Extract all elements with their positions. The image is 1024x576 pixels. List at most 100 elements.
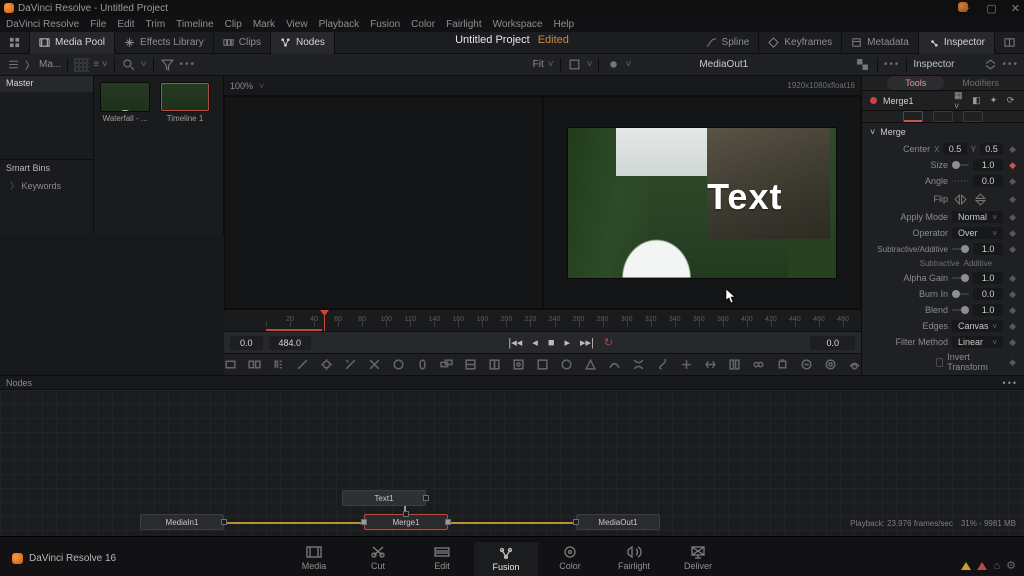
breadcrumb[interactable]: 〉 bbox=[25, 57, 35, 72]
page-cut[interactable]: Cut bbox=[346, 541, 410, 576]
filter-icon[interactable] bbox=[160, 57, 176, 73]
tool-icon[interactable] bbox=[608, 358, 621, 371]
size-field[interactable]: 1.0 bbox=[973, 159, 1003, 171]
blend-field[interactable]: 1.0 bbox=[973, 304, 1003, 316]
tool-icon[interactable] bbox=[584, 358, 597, 371]
menu-item[interactable]: View bbox=[286, 19, 308, 30]
tool-icon[interactable] bbox=[560, 358, 573, 371]
keyframe-icon[interactable]: ◆ bbox=[1009, 176, 1016, 187]
flip-horiz-icon[interactable] bbox=[952, 191, 968, 207]
tab-keyframes[interactable]: Keyframes bbox=[759, 32, 842, 54]
tool-icon[interactable] bbox=[848, 358, 861, 371]
record-icon[interactable] bbox=[605, 57, 621, 73]
page-edit[interactable]: Edit bbox=[410, 541, 474, 576]
page-fairlight[interactable]: Fairlight bbox=[602, 541, 666, 576]
angle-dial[interactable] bbox=[952, 180, 969, 182]
more-icon[interactable]: ••• bbox=[180, 59, 197, 70]
go-last-icon[interactable]: ▸▸| bbox=[580, 336, 594, 349]
playhead[interactable] bbox=[324, 312, 325, 331]
more-icon[interactable]: ••• bbox=[1002, 59, 1019, 70]
keyframe-icon[interactable]: ◆ bbox=[1009, 212, 1016, 223]
tab-inspector[interactable]: Inspector bbox=[919, 32, 995, 54]
tool-icon[interactable] bbox=[704, 358, 717, 371]
error-icon[interactable] bbox=[977, 562, 987, 570]
tool-icon[interactable] bbox=[344, 358, 357, 371]
reset-icon[interactable]: ⟳ bbox=[1005, 95, 1016, 106]
node-graph[interactable]: MediaIn1 Text1 Merge1 MediaOut1 bbox=[0, 389, 1024, 536]
tab-metadata[interactable]: Metadata bbox=[842, 32, 919, 54]
tool-icon[interactable] bbox=[752, 358, 765, 371]
keyframe-icon[interactable]: ◆ bbox=[1009, 244, 1016, 255]
inspector-tab-tools[interactable]: Tools bbox=[887, 76, 944, 90]
menu-item[interactable]: Fusion bbox=[370, 19, 400, 30]
zoom-value[interactable]: 100% bbox=[230, 81, 253, 91]
menu-item[interactable]: Timeline bbox=[176, 19, 213, 30]
time-ruler[interactable]: 2040608010012014016018020022024026028030… bbox=[224, 309, 861, 331]
version-icon[interactable]: ✦ bbox=[988, 95, 999, 106]
menu-item[interactable]: Trim bbox=[146, 19, 166, 30]
menu-item[interactable]: DaVinci Resolve bbox=[6, 19, 79, 30]
page-deliver[interactable]: Deliver bbox=[666, 541, 730, 576]
expand-icon[interactable] bbox=[982, 57, 998, 73]
pin-icon[interactable]: ◧ bbox=[971, 95, 982, 106]
menu-item[interactable]: Color bbox=[411, 19, 435, 30]
port-output[interactable] bbox=[445, 519, 451, 525]
tool-icon[interactable] bbox=[512, 358, 525, 371]
flip-vert-icon[interactable] bbox=[972, 191, 988, 207]
tool-icon[interactable] bbox=[416, 358, 429, 371]
tab-media-pool[interactable]: Media Pool bbox=[30, 32, 115, 54]
size-slider[interactable] bbox=[952, 164, 969, 166]
keyframe-icon[interactable]: ◆ bbox=[1009, 305, 1016, 316]
menu-item[interactable]: Help bbox=[553, 19, 574, 30]
options-menu-icon[interactable]: ••• bbox=[884, 59, 901, 70]
output-node-label[interactable]: MediaOut1 bbox=[699, 59, 748, 70]
tool-icon[interactable] bbox=[392, 358, 405, 371]
node-merge[interactable]: Merge1 bbox=[364, 514, 448, 530]
tool-icon[interactable] bbox=[776, 358, 789, 371]
panels-more-button[interactable] bbox=[995, 32, 1024, 54]
stop-icon[interactable]: ■ bbox=[548, 337, 555, 349]
tab-effects-library[interactable]: Effects Library bbox=[115, 32, 214, 54]
keyframe-icon[interactable]: ◆ bbox=[1009, 289, 1016, 300]
menu-item[interactable]: Workspace bbox=[493, 19, 543, 30]
keyframe-icon[interactable]: ◆ bbox=[1009, 273, 1016, 284]
filter-dropdown[interactable]: Linear bbox=[952, 336, 1003, 348]
window-close-icon[interactable]: ✕ bbox=[1011, 2, 1020, 15]
alpha-slider[interactable] bbox=[952, 277, 969, 279]
tab-clips[interactable]: Clips bbox=[214, 32, 271, 54]
window-maximize-icon[interactable]: ▢ bbox=[986, 2, 996, 15]
page-fusion[interactable]: Fusion bbox=[474, 541, 538, 576]
tool-icon[interactable] bbox=[680, 358, 693, 371]
invert-checkbox[interactable] bbox=[936, 358, 944, 367]
subtab-icon[interactable] bbox=[903, 111, 923, 122]
tool-icon[interactable] bbox=[800, 358, 813, 371]
panels-button[interactable] bbox=[0, 32, 30, 54]
step-back-icon[interactable]: ◂ bbox=[532, 336, 538, 349]
port-output[interactable] bbox=[221, 519, 227, 525]
smart-bins-header[interactable]: Smart Bins bbox=[0, 159, 93, 176]
keywords-item[interactable]: 〉 Keywords bbox=[0, 176, 93, 195]
tool-icon[interactable] bbox=[656, 358, 669, 371]
alpha-field[interactable]: 1.0 bbox=[973, 272, 1003, 284]
tool-icon[interactable] bbox=[368, 358, 381, 371]
menu-item[interactable]: Edit bbox=[117, 19, 134, 30]
bin-master-tab[interactable]: Master bbox=[0, 76, 93, 92]
tool-icon[interactable] bbox=[272, 358, 285, 371]
menu-item[interactable]: Playback bbox=[319, 19, 360, 30]
center-x-field[interactable]: 0.5 bbox=[943, 143, 966, 155]
settings-icon[interactable]: ⚙ bbox=[1006, 559, 1016, 572]
subtab-icon[interactable] bbox=[963, 111, 983, 122]
tool-icon[interactable] bbox=[728, 358, 741, 371]
window-minimize-icon[interactable]: — bbox=[958, 2, 968, 12]
more-icon[interactable]: ••• bbox=[1003, 378, 1018, 388]
keyframe-icon[interactable]: ◆ bbox=[1009, 194, 1016, 205]
page-color[interactable]: Color bbox=[538, 541, 602, 576]
search-icon[interactable] bbox=[121, 57, 137, 73]
breadcrumb-label[interactable]: Ma... bbox=[39, 59, 61, 70]
port-input[interactable] bbox=[361, 519, 367, 525]
viewer-right[interactable]: Text bbox=[543, 96, 862, 309]
blend-slider[interactable] bbox=[952, 309, 969, 311]
tool-icon[interactable] bbox=[248, 358, 261, 371]
center-y-field[interactable]: 0.5 bbox=[980, 143, 1003, 155]
tool-icon[interactable] bbox=[464, 358, 477, 371]
